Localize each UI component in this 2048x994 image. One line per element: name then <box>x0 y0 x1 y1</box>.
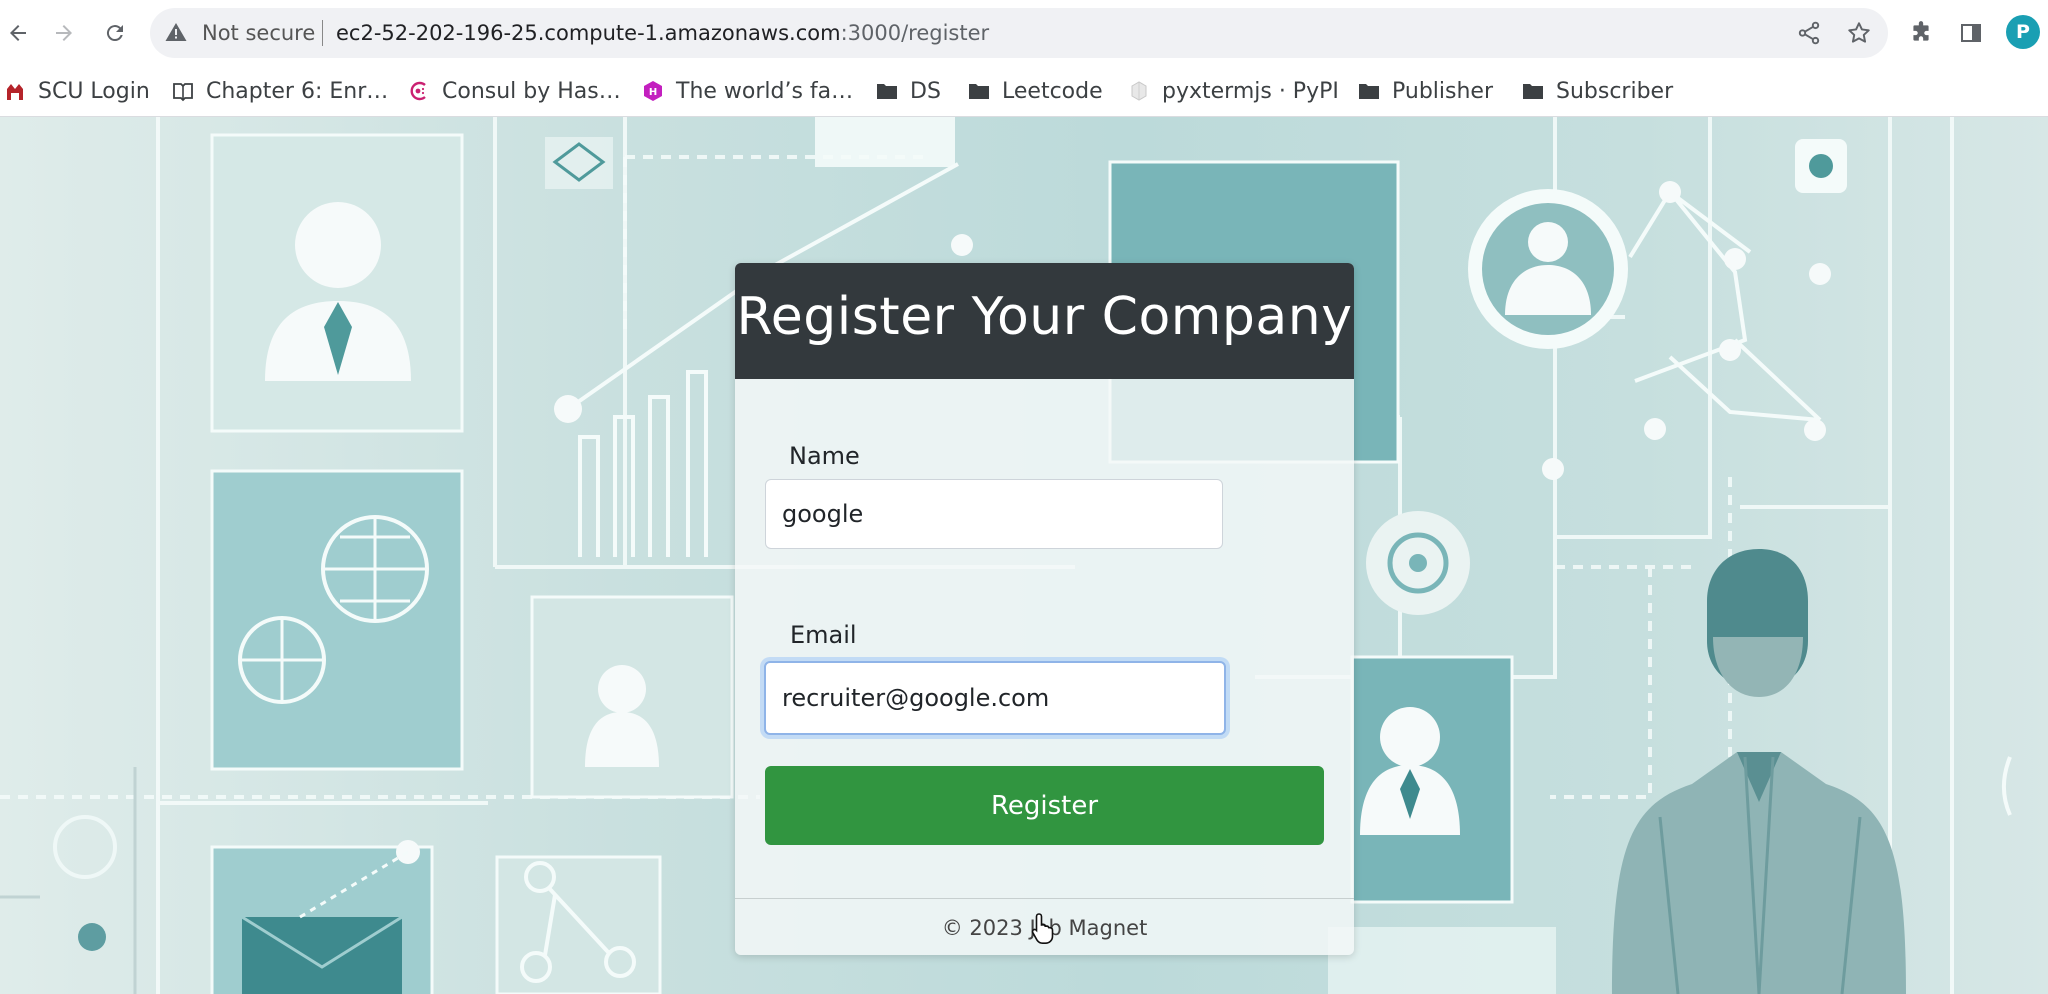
reload-icon[interactable] <box>97 15 133 51</box>
url-path: :3000/register <box>840 21 990 45</box>
bookmark-label: DS <box>910 78 941 104</box>
bookmark-label: Subscriber <box>1556 78 1674 104</box>
email-input[interactable] <box>764 661 1226 735</box>
address-bar[interactable]: Not secure ec2-52-202-196-25.compute-1.a… <box>150 8 1888 58</box>
page-content: Register Your Company Name Email Registe… <box>0 117 2048 994</box>
browser-toolbar: Not secure ec2-52-202-196-25.compute-1.a… <box>0 0 2048 66</box>
url-host: ec2-52-202-196-25.compute-1.amazonaws.co… <box>336 21 841 45</box>
bookmark-chapter-6[interactable]: Chapter 6: Enr… <box>172 66 388 116</box>
side-panel-icon[interactable] <box>1954 16 1988 50</box>
security-label[interactable]: Not secure <box>202 8 315 58</box>
pypi-icon <box>1128 80 1150 102</box>
extensions-icon[interactable] <box>1904 16 1938 50</box>
bookmark-scu-login[interactable]: SCU Login <box>4 66 150 116</box>
bookmark-folder-ds[interactable]: DS <box>876 66 941 116</box>
bookmark-consul[interactable]: Consul by Has… <box>408 66 621 116</box>
svg-text:H: H <box>649 87 657 98</box>
back-icon[interactable] <box>0 15 36 51</box>
warning-icon[interactable] <box>164 20 188 48</box>
bookmark-label: pyxtermjs · PyPI <box>1162 78 1339 104</box>
bookmarks-bar: SCU Login Chapter 6: Enr… Consul by Has…… <box>0 66 2048 117</box>
hand-cursor-icon <box>1031 913 1054 944</box>
profile-avatar[interactable]: P <box>2006 15 2040 49</box>
bookmark-label: Chapter 6: Enr… <box>206 78 389 104</box>
hexagon-icon: H <box>642 80 664 102</box>
folder-icon <box>1522 80 1544 102</box>
bookmark-label: Publisher <box>1392 78 1493 104</box>
forward-icon[interactable] <box>46 15 82 51</box>
bookmark-pyxtermjs[interactable]: pyxtermjs · PyPI <box>1128 66 1339 116</box>
folder-icon <box>876 80 898 102</box>
bookmark-folder-publisher[interactable]: Publisher <box>1358 66 1493 116</box>
bookmark-label: SCU Login <box>38 78 150 104</box>
consul-icon <box>408 80 430 102</box>
bookmark-label: The world’s fa… <box>676 78 854 104</box>
name-label: Name <box>789 442 860 470</box>
bookmark-label: Consul by Has… <box>442 78 621 104</box>
star-icon[interactable] <box>1846 20 1872 46</box>
register-button[interactable]: Register <box>765 766 1324 845</box>
register-card: Register Your Company Name Email Registe… <box>735 263 1354 955</box>
bookmark-folder-subscriber[interactable]: Subscriber <box>1522 66 1673 116</box>
name-input[interactable] <box>765 479 1223 549</box>
bookmark-folder-leetcode[interactable]: Leetcode <box>968 66 1103 116</box>
email-label: Email <box>790 621 857 649</box>
bookmark-worlds[interactable]: H The world’s fa… <box>642 66 853 116</box>
folder-icon <box>1358 80 1380 102</box>
folder-icon <box>968 80 990 102</box>
divider <box>322 20 323 46</box>
page-title: Register Your Company <box>736 287 1353 347</box>
card-header: Register Your Company <box>735 263 1354 379</box>
bookmark-label: Leetcode <box>1002 78 1103 104</box>
url-text[interactable]: ec2-52-202-196-25.compute-1.amazonaws.co… <box>336 8 989 58</box>
book-icon <box>172 80 194 102</box>
share-icon[interactable] <box>1796 20 1822 46</box>
scu-icon <box>4 80 26 102</box>
